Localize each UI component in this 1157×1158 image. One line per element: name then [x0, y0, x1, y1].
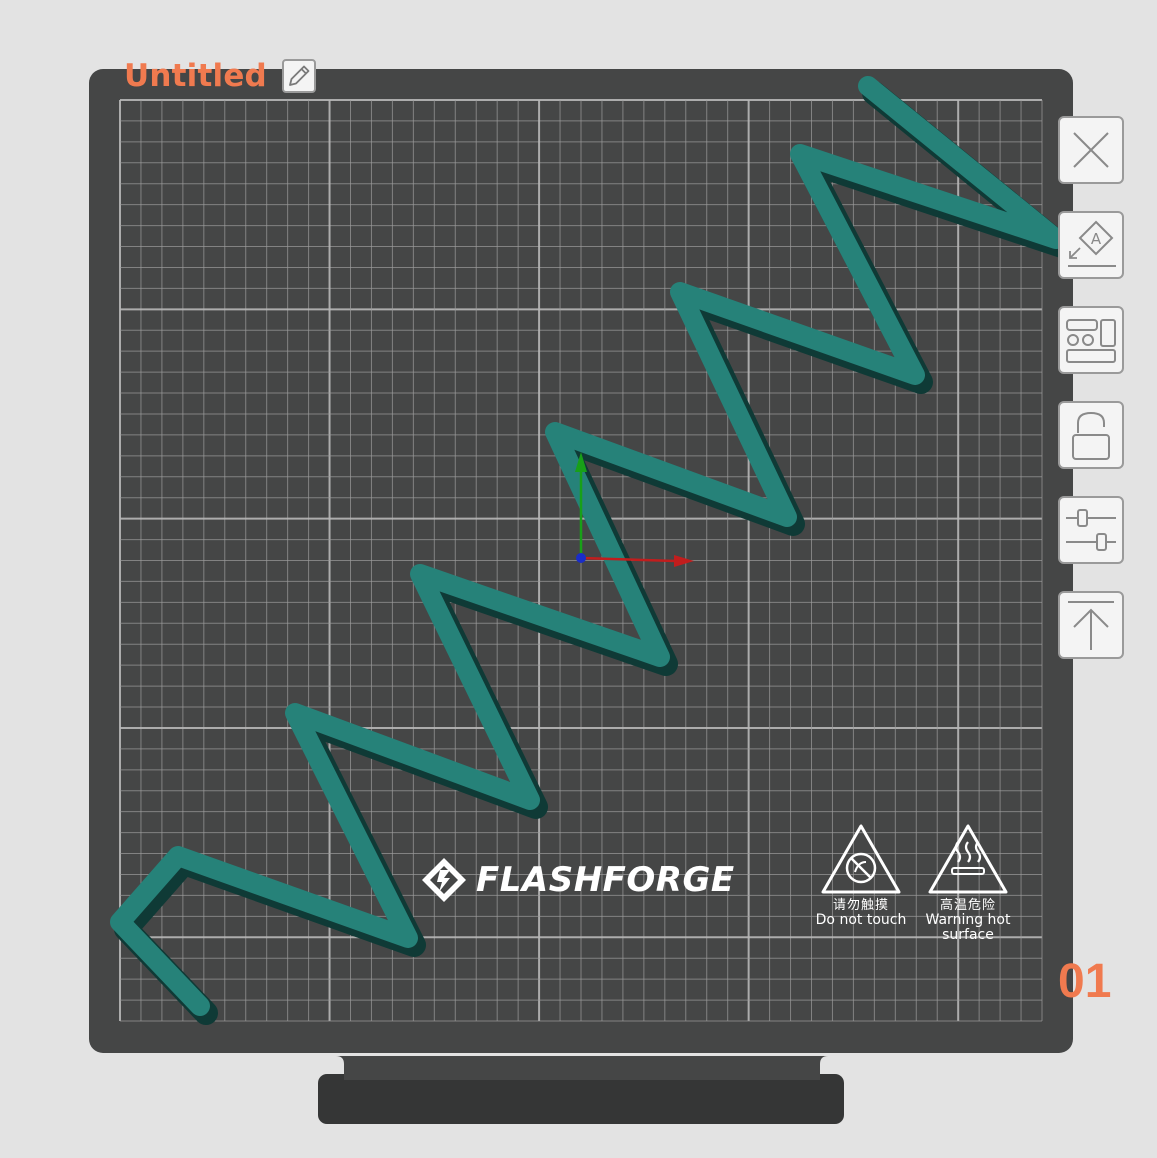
plate-viewport[interactable]: Untitled A FLASHFORGE 请勿触摸 Do not touch … — [0, 0, 1157, 1158]
no-touch-en: Do not touch — [815, 912, 907, 928]
brand-logo: FLASHFORGE — [420, 856, 735, 904]
settings-sliders-icon — [1066, 509, 1116, 551]
send-to-print-button[interactable] — [1058, 591, 1124, 659]
plate-stand — [318, 1056, 844, 1124]
hot-surface-cn: 高温危险 — [939, 898, 996, 913]
unlock-icon — [1072, 411, 1110, 460]
build-plate-canvas[interactable] — [0, 0, 1157, 1158]
no-touch-warning: 请勿触摸 Do not touch — [806, 898, 916, 928]
edit-icon[interactable] — [281, 58, 317, 94]
auto-orient-icon: A — [1068, 220, 1116, 267]
no-touch-cn: 请勿触摸 — [832, 898, 889, 913]
hot-surface-warning: 高温危险 Warning hot surface — [913, 898, 1023, 943]
plate-title-row: Untitled — [124, 52, 317, 100]
lock-plate-button[interactable] — [1058, 401, 1124, 469]
close-icon — [1073, 132, 1109, 168]
flashforge-logo-icon — [422, 858, 466, 902]
plate-settings-button[interactable] — [1058, 496, 1124, 564]
svg-text:A: A — [1091, 230, 1102, 248]
delete-plate-button[interactable] — [1058, 116, 1124, 184]
plate-number: 01 — [1058, 955, 1112, 1008]
brand-name: FLASHFORGE — [476, 860, 735, 900]
arrange-button[interactable] — [1058, 306, 1124, 374]
hot-surface-en: Warning hot — [925, 912, 1011, 928]
arrange-icon — [1066, 319, 1116, 363]
auto-orient-button[interactable]: A — [1058, 211, 1124, 279]
plate-title[interactable]: Untitled — [124, 58, 267, 94]
upload-icon — [1068, 601, 1114, 650]
plate-toolbar: A — [1058, 116, 1128, 659]
hot-surface-en-2: surface — [942, 927, 994, 943]
